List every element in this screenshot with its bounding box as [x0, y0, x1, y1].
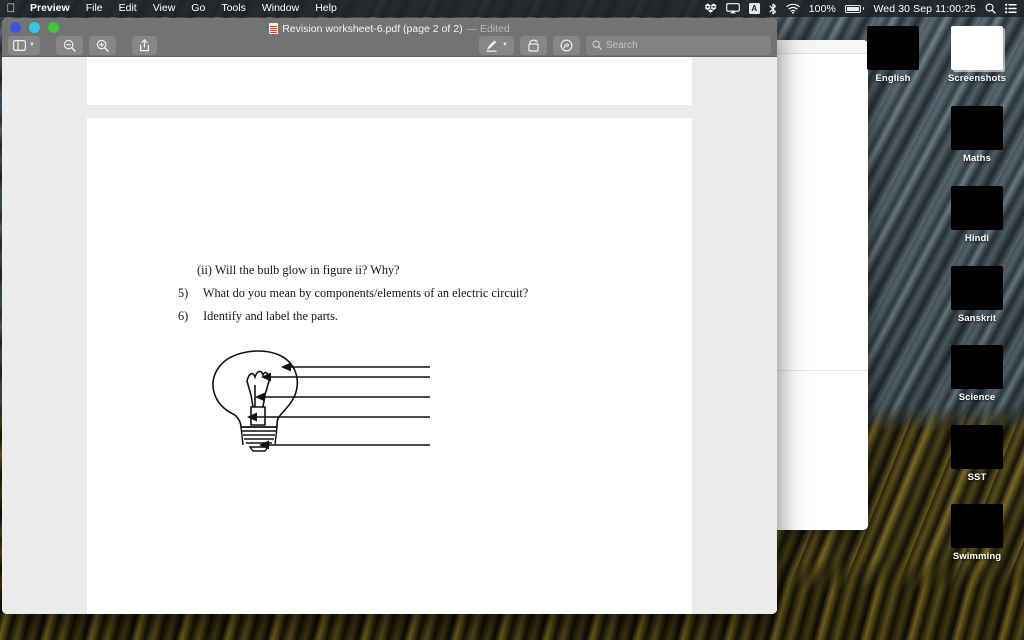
desktop-icon-label: English: [875, 73, 911, 84]
chevron-down-icon: ▼: [29, 42, 35, 48]
document-line-q6: 6) Identify and label the parts.: [178, 309, 338, 324]
preview-toolbar: ▼ ▼ Search: [2, 33, 777, 57]
folder-icon: [951, 186, 1003, 230]
desktop-icon-label: Science: [958, 392, 996, 403]
window-thumbnail-icon: [951, 26, 1003, 70]
menu-item-file[interactable]: File: [78, 0, 111, 17]
sidebar-icon: [13, 39, 26, 51]
wifi-icon[interactable]: [786, 3, 800, 14]
menu-bar:  Preview File Edit View Go Tools Window…: [0, 0, 1024, 17]
desktop-icon-label: Swimming: [952, 551, 1002, 562]
share-icon: [139, 38, 150, 51]
desktop-root: English Screenshots Maths Hindi Sanskrit…: [0, 0, 1024, 640]
airplay-icon[interactable]: [725, 3, 740, 14]
zoom-out-icon: [63, 39, 76, 52]
annotate-button[interactable]: [553, 35, 580, 55]
document-line-sub-ii: (ii) Will the bulb glow in figure ii? Wh…: [197, 263, 400, 278]
menu-item-window[interactable]: Window: [254, 0, 307, 17]
input-source-indicator[interactable]: A: [748, 3, 760, 14]
search-icon[interactable]: [985, 3, 996, 14]
dropbox-icon[interactable]: [704, 3, 717, 14]
search-input[interactable]: Search: [586, 35, 771, 55]
rotate-icon: [528, 39, 539, 52]
preview-window[interactable]: Revision worksheet-6.pdf (page 2 of 2) —…: [2, 18, 777, 614]
folder-icon: [951, 106, 1003, 150]
menu-item-view[interactable]: View: [145, 0, 184, 17]
search-icon: [592, 40, 602, 50]
apple-logo-icon[interactable]: : [0, 2, 22, 15]
desktop-icon-sst[interactable]: SST: [929, 425, 1024, 483]
document-line-text: Identify and label the parts.: [203, 309, 338, 323]
desktop-icon-english[interactable]: English: [845, 26, 941, 84]
control-center-icon[interactable]: [1005, 3, 1017, 14]
desktop-icon-label: Screenshots: [947, 73, 1007, 84]
chevron-down-icon: ▼: [502, 42, 508, 48]
zoom-out-button[interactable]: [55, 35, 83, 55]
annotate-icon: [560, 38, 573, 52]
document-line-number: 5): [178, 286, 189, 300]
document-line-number: 6): [178, 309, 189, 323]
desktop-icon-label: Hindi: [964, 233, 990, 244]
markup-pen-icon: [486, 39, 497, 52]
menu-bar-items:  Preview File Edit View Go Tools Window…: [0, 0, 345, 17]
desktop-icon-label: SST: [967, 472, 987, 483]
light-bulb-diagram: [195, 345, 435, 460]
battery-icon[interactable]: [844, 4, 865, 13]
desktop-icon-science[interactable]: Science: [929, 345, 1024, 403]
desktop-icon-maths[interactable]: Maths: [929, 106, 1024, 164]
menu-item-go[interactable]: Go: [183, 0, 213, 17]
desktop-icon-sanskrit[interactable]: Sanskrit: [929, 266, 1024, 324]
desktop-icon-screenshots[interactable]: Screenshots: [929, 26, 1024, 84]
rotate-button[interactable]: [520, 35, 547, 55]
document-line-number: (ii): [197, 263, 213, 277]
folder-icon: [951, 425, 1003, 469]
battery-fill: [846, 6, 859, 11]
folder-icon: [867, 26, 919, 70]
menu-item-preview[interactable]: Preview: [22, 0, 78, 17]
markup-button[interactable]: ▼: [479, 35, 514, 55]
window-titlebar[interactable]: Revision worksheet-6.pdf (page 2 of 2) —…: [2, 18, 777, 57]
desktop-icon-label: Sanskrit: [957, 313, 997, 324]
desktop-icon-label: Maths: [963, 153, 991, 164]
sidebar-toggle-button[interactable]: ▼: [8, 35, 40, 55]
desktop-icon-swimming[interactable]: Swimming: [929, 504, 1024, 562]
folder-icon: [951, 266, 1003, 310]
folder-icon: [951, 345, 1003, 389]
bluetooth-icon[interactable]: [769, 2, 777, 15]
share-button[interactable]: [131, 35, 157, 55]
menu-bar-status-items: A 100% Wed 30 Sep 11:00:25: [704, 3, 1024, 15]
battery-percentage: 100%: [808, 2, 836, 15]
desktop-icon-hindi[interactable]: Hindi: [929, 186, 1024, 244]
document-canvas[interactable]: (ii) Will the bulb glow in figure ii? Wh…: [2, 57, 777, 614]
zoom-in-button[interactable]: [88, 35, 116, 55]
document-line-text: Will the bulb glow in figure ii? Why?: [214, 263, 400, 277]
pdf-page-previous: [87, 57, 692, 105]
menu-item-tools[interactable]: Tools: [213, 0, 254, 17]
document-line-text: What do you mean by components/elements …: [202, 286, 529, 300]
light-bulb-figure: [212, 350, 430, 452]
menu-bar-clock[interactable]: Wed 30 Sep 11:00:25: [873, 3, 976, 15]
menu-item-help[interactable]: Help: [307, 0, 345, 17]
search-placeholder: Search: [606, 39, 638, 51]
battery-body: [844, 4, 861, 13]
pdf-page-current[interactable]: (ii) Will the bulb glow in figure ii? Wh…: [87, 118, 692, 614]
zoom-in-icon: [96, 39, 109, 52]
document-line-q5: 5) What do you mean by components/elemen…: [178, 286, 528, 301]
menu-item-edit[interactable]: Edit: [111, 0, 145, 17]
battery-cap: [862, 6, 865, 11]
folder-icon: [951, 504, 1003, 548]
